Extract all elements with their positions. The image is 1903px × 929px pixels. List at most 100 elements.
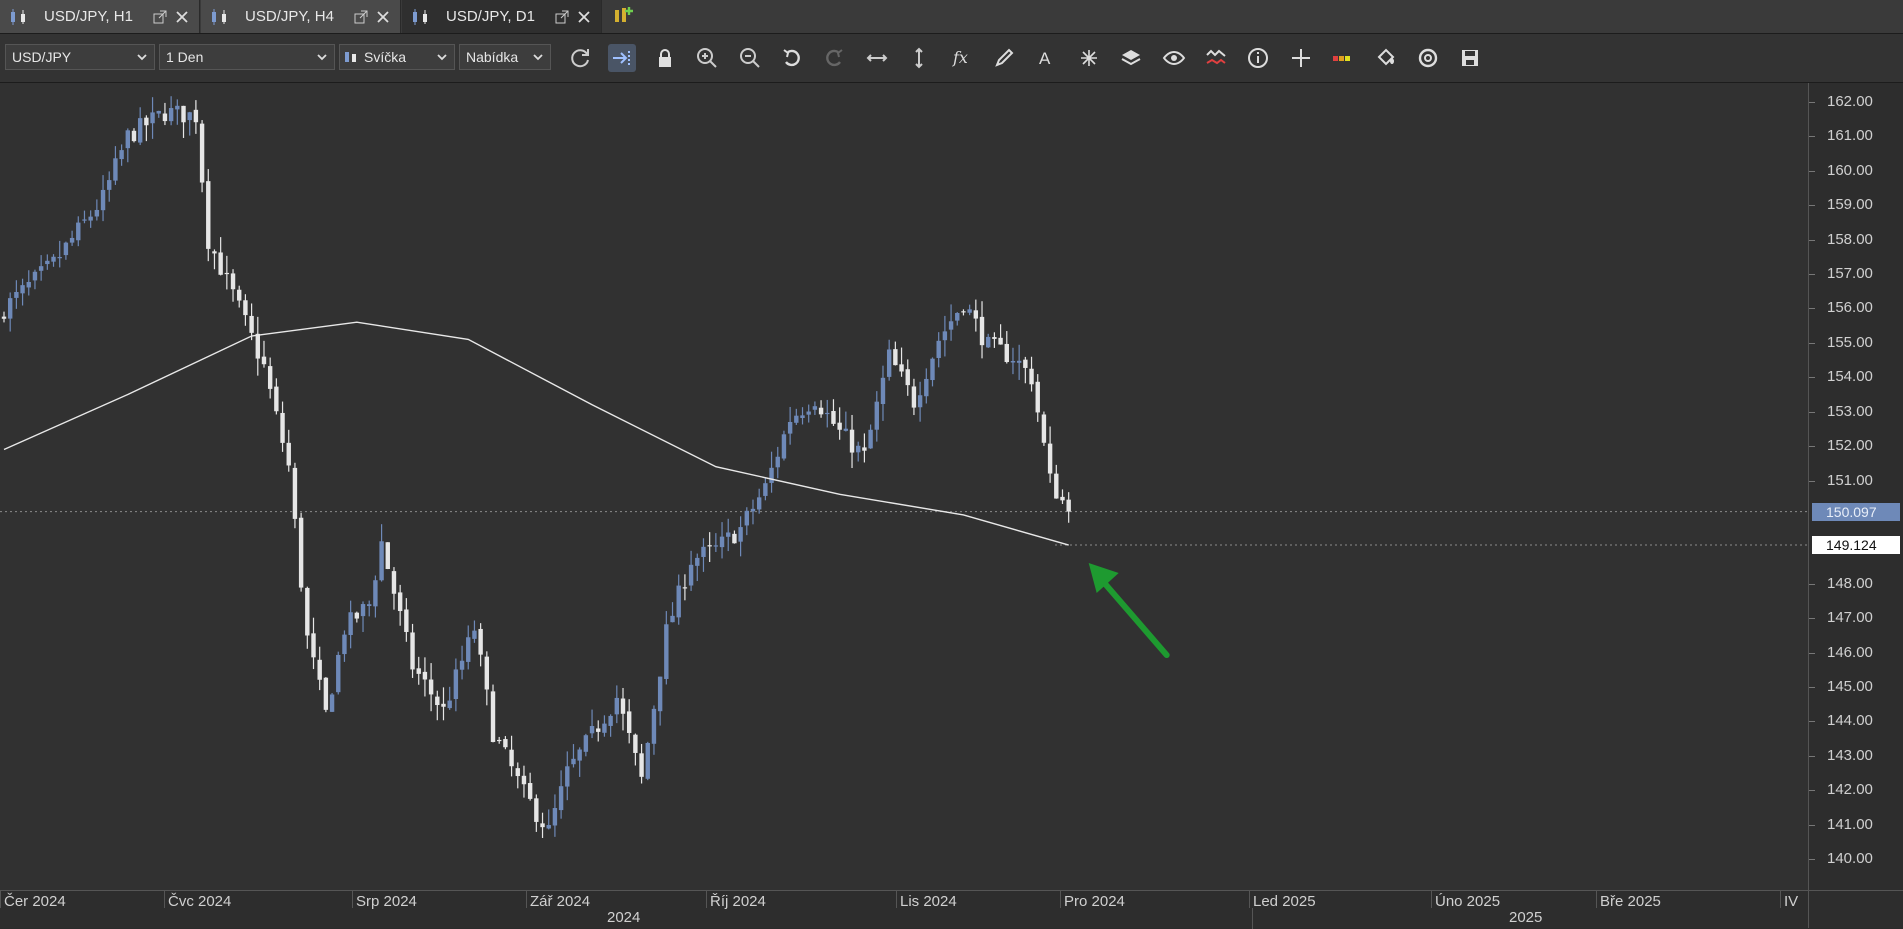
candle bbox=[596, 720, 601, 742]
zoom-out-button[interactable] bbox=[736, 44, 764, 72]
candle bbox=[924, 368, 929, 404]
candle bbox=[546, 809, 551, 830]
price-tick-mark bbox=[1809, 239, 1815, 241]
annotation-arrow[interactable] bbox=[1088, 563, 1170, 659]
price-chart[interactable] bbox=[0, 83, 1808, 890]
candle bbox=[125, 128, 130, 163]
tab-usdjpy-d1[interactable]: USD/JPY, D1 bbox=[402, 0, 602, 33]
time-tick-mark bbox=[526, 891, 527, 908]
zoom-in-button[interactable] bbox=[693, 44, 721, 72]
eye-icon bbox=[1162, 50, 1185, 66]
save-button[interactable] bbox=[1456, 44, 1484, 72]
candle bbox=[484, 651, 490, 706]
tab-usdjpy-h1[interactable]: USD/JPY, H1 bbox=[0, 0, 200, 33]
candle bbox=[800, 407, 805, 425]
color-palette-button[interactable] bbox=[1329, 44, 1357, 72]
instrument-select[interactable]: USD/JPY bbox=[5, 44, 155, 70]
price-side-value: Nabídka bbox=[466, 49, 519, 65]
candle bbox=[626, 699, 632, 744]
pencil-button[interactable] bbox=[990, 44, 1018, 72]
price-tick-label: 148.00 bbox=[1827, 574, 1873, 592]
tab-label: USD/JPY, D1 bbox=[446, 8, 535, 25]
candle bbox=[973, 299, 979, 332]
candle bbox=[323, 677, 329, 713]
redo-button[interactable] bbox=[820, 44, 848, 72]
candle bbox=[509, 735, 514, 777]
candle bbox=[317, 646, 322, 691]
target-button[interactable] bbox=[1414, 44, 1442, 72]
price-side-select[interactable]: Nabídka bbox=[459, 44, 551, 70]
close-icon[interactable] bbox=[577, 10, 591, 24]
chart-toolbar: USD/JPY 1 Den Svíčka Nabídka fx A bbox=[0, 34, 1903, 83]
eye-button[interactable] bbox=[1160, 44, 1188, 72]
candle bbox=[961, 309, 966, 316]
lock-button[interactable] bbox=[651, 44, 679, 72]
popout-icon[interactable] bbox=[153, 10, 167, 24]
chart-area[interactable] bbox=[0, 83, 1808, 890]
time-tick-mark bbox=[352, 891, 353, 908]
pattern-button[interactable] bbox=[1075, 44, 1103, 72]
candle bbox=[812, 401, 818, 415]
candle bbox=[144, 115, 149, 142]
candle bbox=[373, 575, 378, 618]
time-axis[interactable]: Čer 2024 Čvc 2024 Srp 2024 Zář 2024 Říj 2024… bbox=[0, 890, 1808, 929]
compare-button[interactable] bbox=[1202, 44, 1230, 72]
candle bbox=[726, 518, 731, 552]
fit-vertical-button[interactable] bbox=[905, 44, 933, 72]
tab-usdjpy-h4[interactable]: USD/JPY, H4 bbox=[201, 0, 401, 33]
text-button[interactable]: A bbox=[1032, 44, 1060, 72]
candle bbox=[119, 144, 124, 166]
close-icon[interactable] bbox=[175, 10, 189, 24]
candle bbox=[410, 623, 415, 678]
popout-icon[interactable] bbox=[555, 10, 569, 24]
layers-button[interactable] bbox=[1117, 44, 1145, 72]
close-icon[interactable] bbox=[376, 10, 390, 24]
paint-bucket-button[interactable] bbox=[1372, 44, 1400, 72]
price-tick-label: 151.00 bbox=[1827, 471, 1873, 489]
price-axis[interactable]: 162.00 161.00 160.00 159.00 158.00 157.00 156.… bbox=[1808, 83, 1903, 890]
time-tick-mark bbox=[164, 891, 165, 908]
auto-shift-button[interactable] bbox=[608, 44, 637, 72]
candle bbox=[175, 99, 180, 125]
candle bbox=[781, 430, 787, 461]
time-tick-label: Úno 2025 bbox=[1435, 893, 1501, 910]
pencil-icon bbox=[995, 48, 1014, 67]
candle bbox=[688, 550, 694, 591]
candle bbox=[459, 645, 465, 680]
info-icon bbox=[1248, 48, 1269, 68]
chart-type-select[interactable]: Svíčka bbox=[339, 44, 455, 70]
fit-horizontal-button[interactable] bbox=[863, 44, 891, 72]
indicators-fx-button[interactable]: fx bbox=[948, 44, 976, 72]
candle bbox=[131, 128, 137, 143]
price-tick-label: 162.00 bbox=[1827, 93, 1873, 110]
compare-icon bbox=[1206, 49, 1226, 65]
candle bbox=[379, 524, 384, 582]
crosshair-button[interactable] bbox=[1287, 44, 1315, 72]
add-chart-icon[interactable] bbox=[612, 4, 636, 28]
price-tick-label: 144.00 bbox=[1827, 712, 1873, 730]
info-button[interactable] bbox=[1244, 44, 1272, 72]
candle bbox=[1060, 489, 1065, 504]
last-price-label: 150.097 bbox=[1812, 502, 1900, 521]
time-tick-label: Srp 2024 bbox=[356, 893, 417, 910]
candle bbox=[249, 303, 254, 341]
year-label: 2025 bbox=[1509, 909, 1543, 926]
candle bbox=[620, 687, 626, 731]
candle bbox=[51, 254, 56, 267]
popout-icon[interactable] bbox=[354, 10, 368, 24]
time-tick-label: Led 2025 bbox=[1253, 893, 1316, 910]
refresh-button[interactable] bbox=[566, 44, 594, 72]
candle bbox=[267, 357, 273, 399]
candle bbox=[181, 105, 186, 138]
candle bbox=[676, 574, 681, 625]
period-select[interactable]: 1 Den bbox=[159, 44, 335, 70]
candle bbox=[94, 199, 100, 221]
year-label: 2024 bbox=[607, 909, 641, 926]
candle bbox=[880, 365, 886, 421]
candle bbox=[63, 241, 69, 260]
undo-button[interactable] bbox=[778, 44, 806, 72]
candle bbox=[441, 687, 446, 721]
candle bbox=[540, 812, 545, 838]
candle bbox=[7, 292, 13, 332]
candle bbox=[1066, 492, 1071, 523]
